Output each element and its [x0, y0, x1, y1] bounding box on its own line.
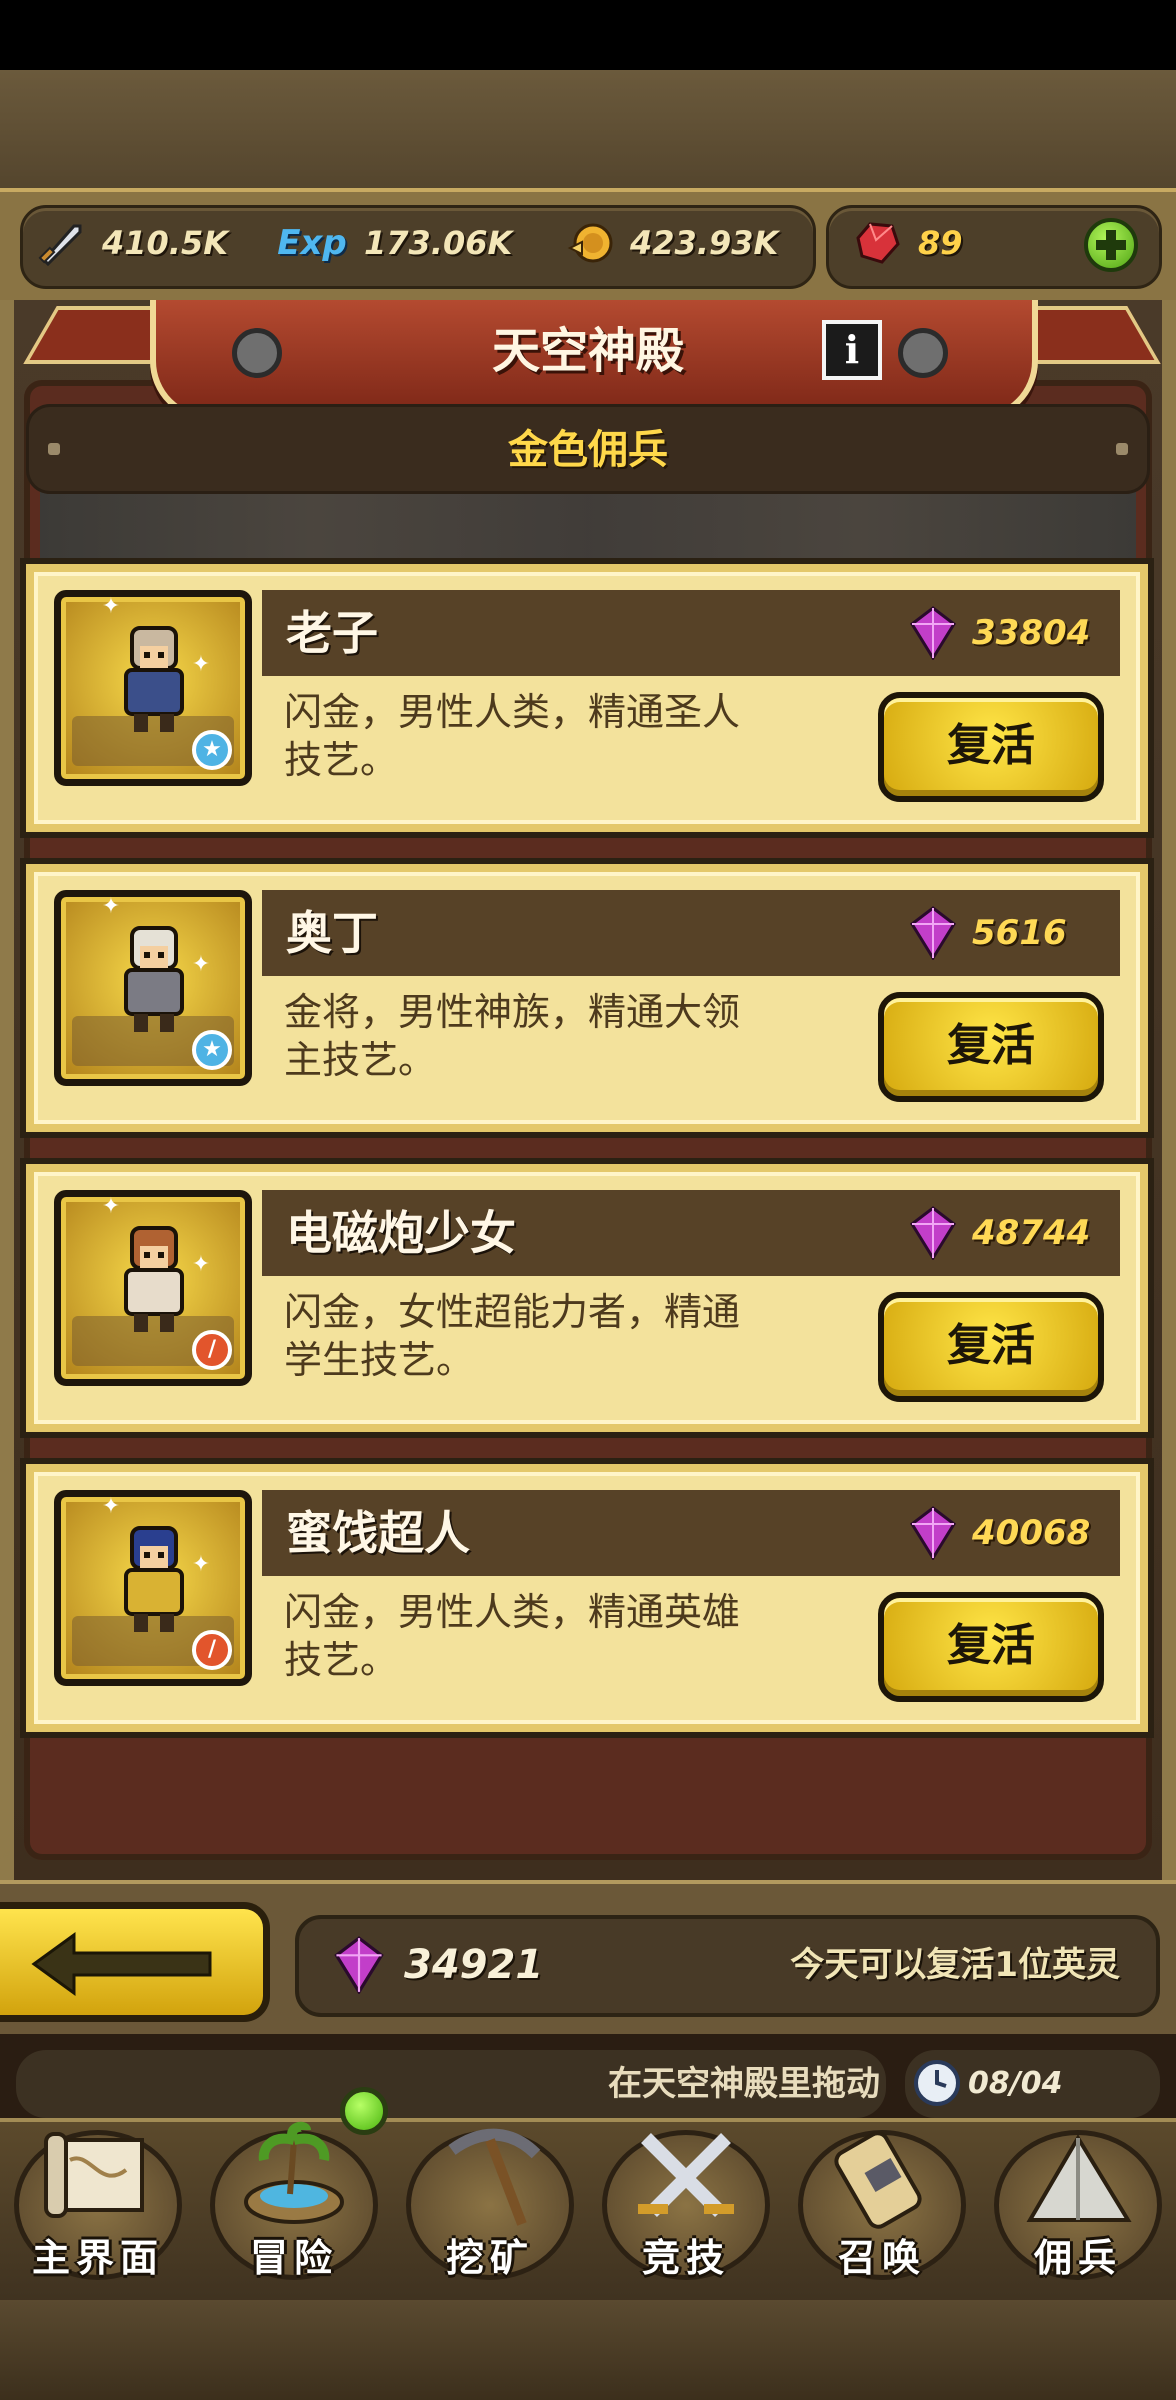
- sparkle-icon: ✦: [101, 1194, 121, 1219]
- banner-bolt-right: [898, 328, 948, 378]
- hero-sprite: [124, 1226, 184, 1332]
- clock-icon: [914, 2060, 960, 2106]
- bar-rivet-left: [48, 443, 60, 455]
- star-icon: ★: [192, 1030, 232, 1070]
- hero-description-line2: 技艺。: [284, 738, 399, 782]
- gem-icon: [910, 1206, 956, 1260]
- hero-name: 老子: [286, 606, 378, 660]
- tent-icon: [1026, 2134, 1132, 2222]
- pickaxe-icon: [448, 2128, 541, 2226]
- hero-description-line1: 金将，男性神族，精通大领: [284, 990, 741, 1034]
- hero-sprite: [124, 626, 184, 732]
- hero-description-line1: 闪金，女性超能力者，精通: [284, 1290, 741, 1334]
- revive-price: 40068: [972, 1513, 1091, 1553]
- revive-button[interactable]: 复活: [878, 1592, 1104, 1702]
- sparkle-icon: ✦: [101, 894, 121, 919]
- gem-icon: [910, 906, 956, 960]
- hero-name: 电磁炮少女: [286, 1206, 516, 1260]
- back-button[interactable]: [0, 1902, 270, 2022]
- ruby-icon: [852, 218, 902, 268]
- gem-icon: [910, 1506, 956, 1560]
- island-icon: [244, 2121, 344, 2224]
- status-bar-strip: [0, 0, 1176, 70]
- exp-value: 173.06K: [364, 224, 513, 262]
- gem-total: 34921: [404, 1942, 544, 1988]
- daily-revive-note: 今天可以复活1位英灵: [790, 1945, 1120, 1985]
- sword-icon: [36, 218, 86, 268]
- gem-icon: [334, 1936, 384, 1998]
- nav-item-label: 竞技: [641, 2236, 730, 2280]
- banner-bolt-left: [232, 328, 282, 378]
- hero-description-line1: 闪金，男性人类，精通英雄: [284, 1590, 741, 1634]
- nav-item-label: 佣兵: [1033, 2236, 1122, 2280]
- hero-description-line2: 学生技艺。: [284, 1338, 475, 1382]
- info-button[interactable]: i: [822, 320, 882, 380]
- bar-rivet-right: [1116, 443, 1128, 455]
- nav-item-5[interactable]: 佣兵: [980, 2120, 1176, 2296]
- attack-value: 410.5K: [102, 224, 229, 262]
- plus-icon: [1096, 230, 1126, 260]
- revive-price: 5616: [972, 913, 1067, 953]
- exp-icon-label: Exp: [277, 223, 347, 263]
- map-scroll-icon: [44, 2132, 144, 2218]
- hero-description-line2: 主技艺。: [284, 1038, 437, 1082]
- map-background-top: [0, 70, 1176, 190]
- revive-price: 48744: [972, 1213, 1091, 1253]
- nav-item-0[interactable]: 主界面: [0, 2120, 196, 2296]
- clock-text: 08/04 00:18: [968, 2066, 1064, 2161]
- sparkle-icon: ✦: [101, 1494, 121, 1519]
- hero-name: 蜜饯超人: [286, 1506, 470, 1560]
- map-background-bottom: [0, 2300, 1176, 2400]
- ruby-value: 89: [918, 224, 963, 262]
- nav-item-3[interactable]: 竞技: [588, 2120, 784, 2296]
- nav-item-4[interactable]: 召唤: [784, 2120, 980, 2296]
- sword-icon: /: [192, 1330, 232, 1370]
- nav-item-label: 冒险: [249, 2236, 338, 2280]
- ticker-text: 在天空神殿里拖动: [608, 2064, 880, 2104]
- nav-item-label: 主界面: [31, 2236, 164, 2280]
- revive-price: 33804: [972, 613, 1091, 653]
- sparkle-icon: ✦: [191, 1252, 211, 1277]
- nav-item-label: 挖矿: [445, 2236, 534, 2280]
- category-title: 金色佣兵: [508, 427, 668, 473]
- sparkle-icon: ✦: [191, 952, 211, 977]
- gold-coin-icon: [566, 218, 616, 268]
- revive-button[interactable]: 复活: [878, 692, 1104, 802]
- hero-sprite: [124, 1526, 184, 1632]
- revive-button[interactable]: 复活: [878, 1292, 1104, 1402]
- nav-item-label: 召唤: [837, 2236, 926, 2280]
- gold-value: 423.93K: [630, 224, 779, 262]
- nav-item-1[interactable]: 冒险: [196, 2120, 392, 2296]
- sparkle-icon: ✦: [191, 652, 211, 677]
- sparkle-icon: ✦: [101, 594, 121, 619]
- nav-item-2[interactable]: 挖矿: [392, 2120, 588, 2296]
- exp-icon: Exp: [272, 218, 352, 268]
- arrow-left-icon: [31, 1932, 212, 1996]
- summon-scroll-icon: [834, 2131, 922, 2229]
- hero-name: 奥丁: [286, 906, 378, 960]
- gem-icon: [910, 606, 956, 660]
- hero-description-line1: 闪金，男性人类，精通圣人: [284, 690, 741, 734]
- page-title: 天空神殿: [491, 323, 684, 379]
- hero-sprite: [124, 926, 184, 1032]
- crossed-swords-icon: [638, 2133, 734, 2217]
- add-ruby-button[interactable]: [1084, 218, 1138, 272]
- sparkle-icon: ✦: [191, 1552, 211, 1577]
- notification-dot: [340, 2087, 388, 2135]
- star-icon: ★: [192, 730, 232, 770]
- hero-description-line2: 技艺。: [284, 1638, 399, 1682]
- sword-icon: /: [192, 1630, 232, 1670]
- revive-button[interactable]: 复活: [878, 992, 1104, 1102]
